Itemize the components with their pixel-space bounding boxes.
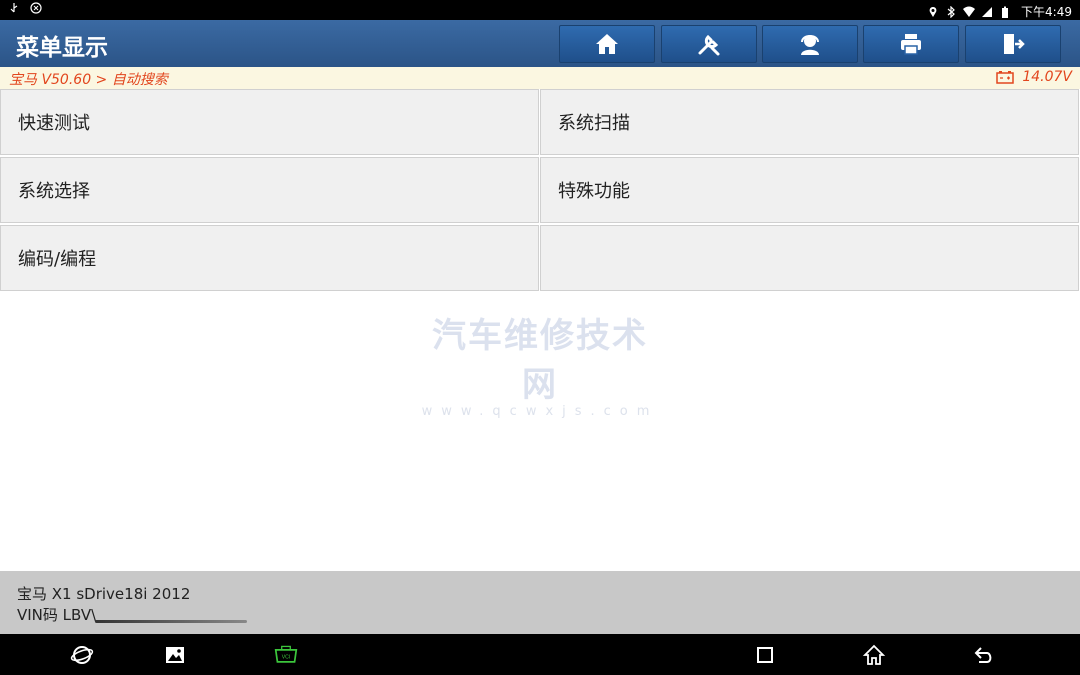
menu-item-special-functions[interactable]: 特殊功能 [540,157,1079,223]
menu-grid: 快速测试 系统扫描 系统选择 特殊功能 编码/编程 [0,89,1080,293]
watermark-text: 汽车维修技术网 [432,316,648,405]
menu-item-coding-programming[interactable]: 编码/编程 [0,225,539,291]
vehicle-model: 宝马 X1 sDrive18i 2012 [17,585,191,603]
watermark-url: www.qcwxjs.com [421,404,659,419]
menu-item-system-select[interactable]: 系统选择 [0,157,539,223]
print-icon [901,34,921,55]
recent-apps-button[interactable] [752,642,778,668]
navigation-bar: VCI [0,634,1080,675]
gallery-icon [166,647,184,663]
menu-item-label: 系统扫描 [558,113,630,134]
menu-item-quick-test[interactable]: 快速测试 [0,89,539,155]
bluetooth-icon [947,5,955,18]
breadcrumb-bar: 宝马 V50.60 > 自动搜索 14.07V [0,67,1080,89]
vehicle-vin: VIN码 LBV\ [17,606,97,624]
support-button[interactable] [762,25,858,63]
menu-item-empty [540,225,1079,291]
diagnostic-tool-icon [698,34,720,56]
home-icon [596,34,618,54]
menu-item-label: 编码/编程 [18,249,97,270]
watermark: 汽车维修技术网 www.qcwxjs.com [420,308,660,419]
diagnostic-tool-button[interactable] [661,25,757,63]
browser-icon [70,646,94,664]
support-agent-icon [801,35,819,55]
battery-voltage-icon [996,71,1015,84]
exit-button[interactable] [965,25,1061,63]
recent-apps-icon [757,647,773,663]
menu-item-system-scan[interactable]: 系统扫描 [540,89,1079,155]
home-nav-button[interactable] [861,642,887,668]
browser-button[interactable] [69,642,95,668]
home-button[interactable] [559,25,655,63]
android-debug-icon [30,2,42,14]
vci-icon: VCI [274,645,298,663]
wifi-icon [963,6,976,17]
usb-icon [10,3,18,13]
vin-redaction [95,620,247,623]
home-nav-icon [862,644,886,665]
menu-item-label: 快速测试 [18,113,90,134]
svg-text:VCI: VCI [282,654,291,660]
vehicle-info-panel: 宝马 X1 sDrive18i 2012 VIN码 LBV\ [0,571,1080,634]
signal-icon [982,6,993,17]
gallery-button[interactable] [162,642,188,668]
vci-button[interactable]: VCI [272,642,300,668]
status-bar: 下午4:49 [0,0,1080,20]
back-button[interactable] [971,642,997,668]
print-button[interactable] [863,25,959,63]
status-clock: 下午4:49 [1021,5,1072,19]
breadcrumb: 宝马 V50.60 > 自动搜索 [9,72,168,88]
header: 菜单显示 [0,20,1080,67]
back-icon [974,647,992,663]
menu-item-label: 特殊功能 [558,181,630,202]
menu-item-label: 系统选择 [18,181,90,202]
page-title: 菜单显示 [16,35,108,61]
voltage-value: 14.07V [1022,69,1072,85]
voltage-display: 14.07V [996,69,1072,85]
battery-icon [1002,6,1009,18]
exit-icon [1004,34,1025,54]
location-icon [929,6,937,17]
